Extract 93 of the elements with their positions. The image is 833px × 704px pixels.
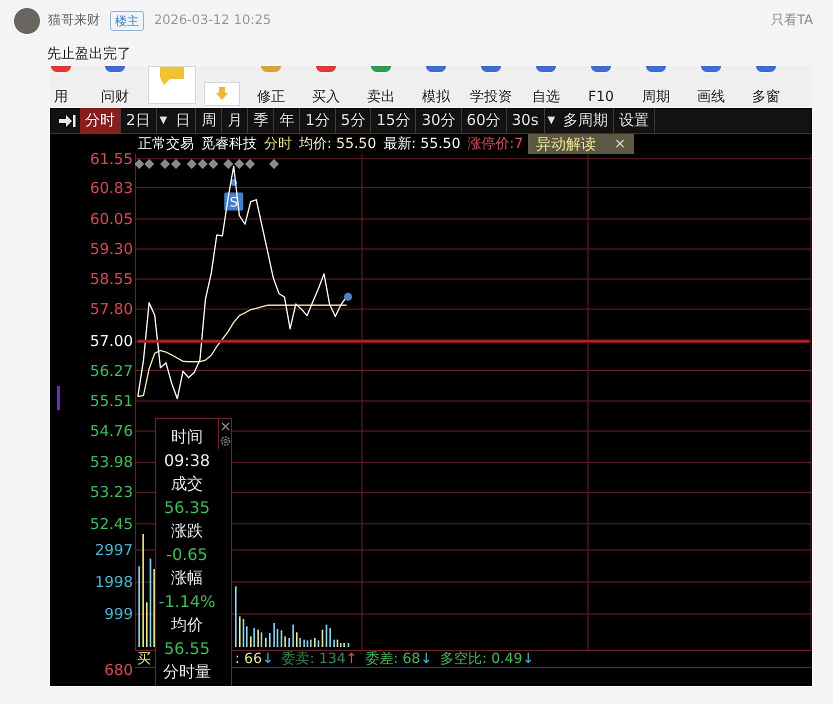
period-tab[interactable]: 周	[196, 108, 222, 134]
price-axis-label: 59.30	[90, 239, 133, 260]
period-tab[interactable]: 日	[170, 108, 196, 134]
toolbar-button[interactable]: 画线	[686, 66, 736, 108]
toolbar-button[interactable]: 多窗	[741, 66, 791, 108]
diamond-icon	[269, 159, 279, 169]
period-tab[interactable]: 1分	[300, 108, 336, 134]
popup-title[interactable]: 异动解读	[536, 132, 596, 156]
post-text: 先止盈出完了	[47, 44, 131, 64]
dropdown-caret[interactable]: ▼	[156, 108, 170, 134]
price-axis-label: 52.45	[90, 514, 133, 534]
gear-icon[interactable]	[219, 434, 232, 448]
period-tab[interactable]: 2日	[121, 108, 157, 134]
tooltip-value: 涨跌	[171, 520, 203, 542]
toolbar-button[interactable]: 修正	[246, 66, 296, 108]
period-tab[interactable]: 年	[274, 108, 300, 134]
period-tab[interactable]: 30分	[416, 108, 462, 134]
toolbar-button[interactable]: 模拟	[411, 66, 461, 108]
tooltip-value: 09:38	[164, 450, 210, 472]
toolbar-button[interactable]: 卖出	[356, 66, 406, 108]
price-axis-label: 57.80	[90, 299, 133, 320]
period-tab[interactable]: 15分	[371, 108, 416, 134]
lower-axis-label: 680	[104, 660, 133, 680]
diamond-icon	[186, 159, 197, 169]
diamond-icon	[234, 159, 244, 169]
volume-axis-label: 1998	[94, 572, 133, 593]
side-marker	[57, 386, 60, 410]
tooltip-value: 均价	[171, 614, 203, 636]
toolbar-button[interactable]: 问财	[90, 66, 140, 108]
price-axis-label: 53.98	[90, 452, 133, 472]
toolbar-button[interactable]: 学投资	[466, 66, 516, 108]
tooltip-value: -0.65	[166, 544, 208, 566]
tooltip-value: 涨幅	[171, 567, 203, 589]
tooltip-value: 成交	[171, 473, 203, 495]
price-axis-label: 60.05	[90, 208, 133, 229]
quote-info: 均价: 55.50	[299, 134, 376, 154]
dropdown-caret[interactable]: ▼	[544, 108, 558, 134]
order-stat: 委差: 68	[365, 650, 420, 668]
tooltip-value: 时间	[171, 426, 203, 448]
order-stat: 买	[137, 650, 151, 668]
post-time: 2026-03-12 10:25	[154, 12, 272, 30]
quote-info: 涨停价:7	[468, 134, 524, 154]
close-button[interactable]: ×	[614, 134, 626, 154]
quote-info: 最新: 55.50	[383, 134, 460, 154]
period-tab[interactable]: 60分	[462, 108, 507, 134]
order-stat: ↑	[346, 650, 358, 668]
order-stat: 委卖: 134	[282, 650, 346, 668]
author-badge: 楼主	[110, 11, 144, 31]
quote-info: 正常交易	[138, 134, 194, 154]
price-axis-label: 58.55	[90, 269, 133, 290]
toolbar-button[interactable]: 自选	[521, 66, 571, 108]
diamond-icon	[198, 159, 208, 169]
volume-axis-label: 2997	[94, 540, 133, 561]
toolbar-button[interactable]: 周期	[631, 66, 681, 108]
annotation: S	[230, 195, 238, 210]
period-tab[interactable]: 分时	[80, 108, 121, 134]
diamond-icon	[135, 159, 144, 169]
price-axis-label: 54.76	[90, 421, 133, 442]
price-axis-label: 53.23	[90, 482, 133, 502]
order-stat: ↓	[522, 650, 534, 668]
diamond-icon	[223, 159, 234, 169]
order-stat: : 66	[235, 650, 262, 668]
diamond-icon	[208, 159, 218, 169]
volume-axis-label: 999	[104, 604, 133, 625]
toolbar-button[interactable]: 用	[50, 66, 72, 108]
point-marker	[344, 292, 352, 301]
period-tab[interactable]: 月	[222, 108, 248, 134]
tooltip-value: 56.35	[164, 496, 210, 518]
order-stat: ↓	[420, 650, 432, 668]
period-tab[interactable]: 季	[248, 108, 274, 134]
price-axis-label: 57.00	[90, 331, 133, 352]
tooltip-value: -1.14%	[158, 590, 216, 612]
price-axis-label: 55.51	[90, 390, 133, 411]
toolbar-button[interactable]: 买入	[301, 66, 351, 108]
point-marker	[230, 178, 238, 186]
price-axis-label: 60.83	[90, 178, 133, 198]
period-tab[interactable]: 5分	[336, 108, 372, 134]
tag-icon	[158, 67, 186, 87]
price-axis-label: 56.27	[90, 360, 133, 381]
diamond-icon	[144, 159, 154, 169]
quote-info: 觅睿科技	[201, 134, 257, 154]
toolbar-button[interactable]: F10	[576, 66, 626, 108]
tooltip-value: 分时量	[163, 661, 211, 683]
avatar	[14, 8, 40, 34]
author-name[interactable]: 猫哥来财	[48, 11, 100, 31]
diamond-icon	[245, 159, 255, 169]
order-stat: 多空比: 0.49	[440, 650, 522, 668]
price-axis-label: 61.55	[90, 148, 133, 169]
tooltip-value: 56.55	[164, 638, 210, 660]
quote-info: 分时	[264, 134, 292, 154]
order-stat: ↓	[262, 650, 274, 668]
down-arrow-icon	[215, 87, 229, 101]
collapse-arrow-icon[interactable]	[58, 114, 76, 128]
